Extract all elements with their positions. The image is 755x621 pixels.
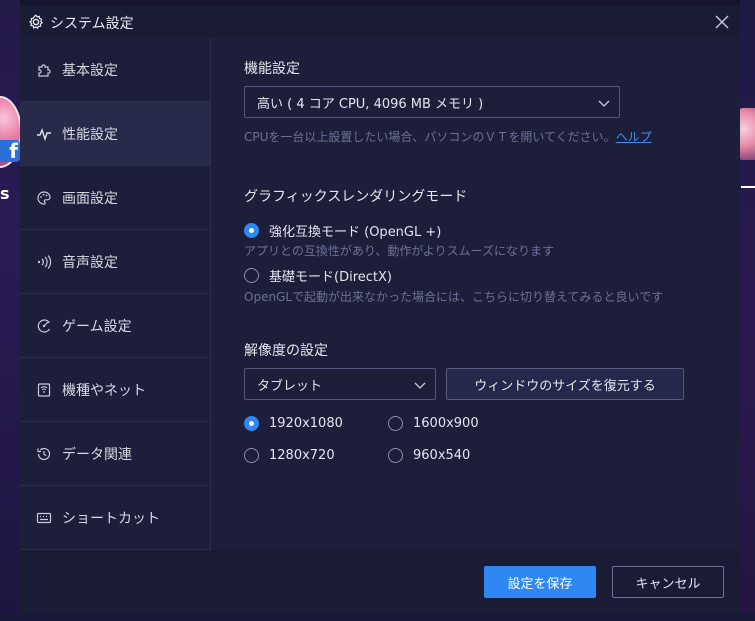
- game-icon: [37, 318, 51, 333]
- title-bar: システム設定: [20, 6, 740, 38]
- resolution-option-1920x1080[interactable]: 1920x1080: [244, 416, 343, 431]
- keyboard-icon: [36, 512, 52, 523]
- background-right: [740, 0, 755, 621]
- help-link[interactable]: ヘルプ: [616, 130, 652, 144]
- gear-icon: [29, 14, 44, 30]
- settings-sidebar: 基本設定 性能設定 画面設定 音声設定 ゲーム設定 機種やネット データ関連 シ…: [20, 38, 211, 550]
- settings-dialog: システム設定 基本設定 性能設定 画面設定 音声設定 ゲーム設定 機種やネット …: [20, 6, 740, 613]
- app-icon-right-line: [741, 186, 755, 188]
- cancel-button[interactable]: キャンセル: [612, 566, 724, 598]
- graphics-option-description: アプリとの互換性があり、動作がよりスムーズになります: [244, 244, 554, 258]
- sidebar-item-device-network[interactable]: 機種やネット: [20, 358, 210, 422]
- resolution-option-label: 1280x720: [269, 448, 335, 463]
- graphics-option-opengl[interactable]: 強化互換モード (OpenGL +): [244, 221, 441, 240]
- pulse-icon: [37, 127, 51, 141]
- graphics-section-title: グラフィックスレンダリングモード: [244, 189, 468, 205]
- chevron-down-icon: [414, 382, 426, 389]
- close-icon[interactable]: [712, 12, 732, 32]
- sidebar-item-label: データ関連: [62, 446, 132, 463]
- sidebar-item-label: ショートカット: [62, 510, 160, 527]
- background-left: [0, 0, 20, 621]
- device-icon: [37, 382, 51, 397]
- resolution-section-title: 解像度の設定: [244, 343, 328, 359]
- sidebar-item-display[interactable]: 画面設定: [20, 166, 210, 230]
- graphics-option-label: 強化互換モード (OpenGL +): [269, 225, 442, 240]
- restore-window-size-button[interactable]: ウィンドウのサイズを復元する: [446, 368, 684, 400]
- sidebar-item-sound[interactable]: 音声設定: [20, 230, 210, 294]
- save-settings-button[interactable]: 設定を保存: [484, 566, 596, 598]
- radio-unchecked: [244, 268, 259, 283]
- radio-checked: [244, 416, 259, 431]
- resolution-mode-select[interactable]: タブレット: [244, 368, 436, 400]
- sidebar-item-label: 基本設定: [62, 62, 118, 79]
- sidebar-item-label: 画面設定: [62, 190, 118, 207]
- sidebar-item-game[interactable]: ゲーム設定: [20, 294, 210, 358]
- palette-icon: [37, 190, 51, 205]
- resolution-option-label: 1920x1080: [269, 416, 343, 431]
- performance-select[interactable]: 高い ( 4 コア CPU, 4096 MB メモリ ): [244, 86, 620, 118]
- sidebar-item-basic[interactable]: 基本設定: [20, 38, 210, 102]
- app-icon-left-badge: f: [0, 140, 20, 162]
- history-icon: [37, 447, 51, 460]
- app-label-fragment: s: [0, 184, 10, 203]
- settings-content: 機能設定 高い ( 4 コア CPU, 4096 MB メモリ ) CPUを一台…: [212, 38, 740, 550]
- puzzle-icon: [38, 63, 51, 77]
- sound-icon: [37, 254, 52, 269]
- background-bottom: [0, 613, 755, 621]
- sidebar-item-label: 機種やネット: [62, 382, 146, 399]
- sidebar-item-shortcut[interactable]: ショートカット: [20, 486, 210, 550]
- radio-unchecked: [388, 416, 403, 431]
- sidebar-item-label: 音声設定: [62, 254, 118, 271]
- resolution-option-label: 960x540: [413, 448, 471, 463]
- sidebar-item-label: ゲーム設定: [62, 318, 132, 335]
- sidebar-item-label: 性能設定: [62, 126, 118, 143]
- radio-checked: [244, 223, 259, 238]
- graphics-option-description: OpenGLで起動が出来なかった場合には、こちらに切り替えてみると良いです: [244, 290, 664, 304]
- resolution-mode-value: タブレット: [257, 378, 323, 394]
- radio-unchecked: [244, 448, 259, 463]
- performance-hint-text: CPUを一台以上設置したい場合、パソコンのＶＴを開いてください。: [244, 130, 616, 144]
- sidebar-item-performance[interactable]: 性能設定: [20, 102, 210, 166]
- resolution-option-1600x900[interactable]: 1600x900: [388, 416, 479, 431]
- resolution-option-label: 1600x900: [413, 416, 479, 431]
- resolution-option-1280x720[interactable]: 1280x720: [244, 448, 335, 463]
- dialog-title: システム設定: [50, 16, 134, 32]
- dialog-footer: 設定を保存 キャンセル: [20, 550, 740, 613]
- graphics-option-directx[interactable]: 基礎モード(DirectX): [244, 266, 392, 285]
- resolution-option-960x540[interactable]: 960x540: [388, 448, 470, 463]
- radio-unchecked: [388, 448, 403, 463]
- graphics-option-label: 基礎モード(DirectX): [269, 270, 392, 285]
- performance-hint: CPUを一台以上設置したい場合、パソコンのＶＴを開いてください。ヘルプ: [244, 131, 714, 144]
- chevron-down-icon: [598, 100, 610, 107]
- performance-select-value: 高い ( 4 コア CPU, 4096 MB メモリ ): [257, 96, 484, 112]
- performance-section-title: 機能設定: [244, 61, 300, 77]
- sidebar-item-data[interactable]: データ関連: [20, 422, 210, 486]
